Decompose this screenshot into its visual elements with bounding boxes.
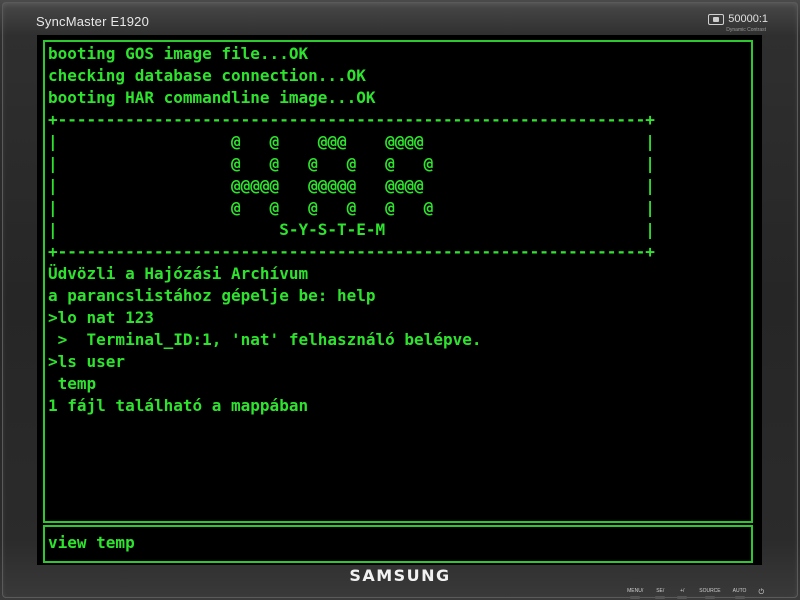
- command-response: > Terminal_ID:1, 'nat' felhasználó belép…: [48, 330, 482, 349]
- command-echo: >lo nat 123: [48, 308, 154, 327]
- command-echo: >ls user: [48, 352, 126, 371]
- auto-button-label: AUTO: [732, 588, 747, 594]
- terminal-line: booting HAR commandline image...OK: [48, 88, 376, 107]
- button-shape: [677, 596, 688, 599]
- terminal-output: booting GOS image file...OK checking dat…: [43, 40, 753, 523]
- ascii-banner-line: | @@@@@ @@@@@ @@@@ |: [48, 176, 655, 195]
- command-response: 1 fájl található a mappában: [48, 396, 309, 415]
- menu-button-label: MENU/: [627, 588, 644, 594]
- ascii-banner-line: | @ @ @ @ @ @ |: [48, 154, 655, 173]
- power-icon: ⏻: [758, 588, 764, 596]
- terminal-line: checking database connection...OK: [48, 66, 366, 85]
- brand-logo: SAMSUNG: [349, 566, 451, 585]
- ascii-banner-line: | @ @ @ @ @ @ |: [48, 198, 655, 217]
- button-shape: [655, 596, 666, 599]
- help-hint-line: a parancslistához gépelje be: help: [48, 286, 376, 305]
- ascii-banner-border-bottom: +---------------------------------------…: [48, 242, 655, 261]
- menu-button[interactable]: MENU/: [627, 588, 643, 599]
- contrast-icon: [708, 13, 725, 25]
- auto-button[interactable]: AUTO: [732, 588, 747, 599]
- command-response: temp: [48, 374, 97, 393]
- button-shape: [734, 596, 745, 599]
- button-shape: [630, 596, 641, 599]
- terminal-line: booting GOS image file...OK: [48, 44, 309, 63]
- ascii-banner-line: | @ @ @@@ @@@@ |: [48, 132, 655, 151]
- source-button[interactable]: SOURCE: [699, 588, 721, 599]
- magic-button[interactable]: SE/: [655, 588, 666, 599]
- source-button-label: SOURCE: [699, 588, 721, 594]
- brightness-button[interactable]: +/: [677, 588, 688, 599]
- contrast-ratio: 50000:1: [728, 13, 768, 25]
- ascii-banner-subtitle: | S-Y-S-T-E-M |: [48, 220, 655, 239]
- monitor-controls: MENU/ SE/ +/ SOURCE AUTO ⏻: [627, 588, 764, 600]
- ascii-banner-border-top: +---------------------------------------…: [48, 110, 655, 129]
- monitor-bezel: SyncMaster E1920 50000:1 Dynamic Contras…: [0, 0, 800, 600]
- power-button[interactable]: ⏻: [758, 588, 764, 597]
- command-input-area[interactable]: [43, 525, 753, 563]
- welcome-line: Üdvözli a Hajózási Archívum: [48, 264, 309, 283]
- monitor-model-label: SyncMaster E1920: [36, 14, 150, 29]
- brightness-button-label: +/: [680, 588, 685, 594]
- contrast-subtitle: Dynamic Contrast: [726, 27, 766, 33]
- contrast-badge: 50000:1: [708, 13, 768, 25]
- command-input[interactable]: [48, 532, 748, 554]
- screen: booting GOS image file...OK checking dat…: [37, 35, 762, 565]
- magic-button-label: SE/: [656, 588, 665, 594]
- button-shape: [704, 596, 715, 599]
